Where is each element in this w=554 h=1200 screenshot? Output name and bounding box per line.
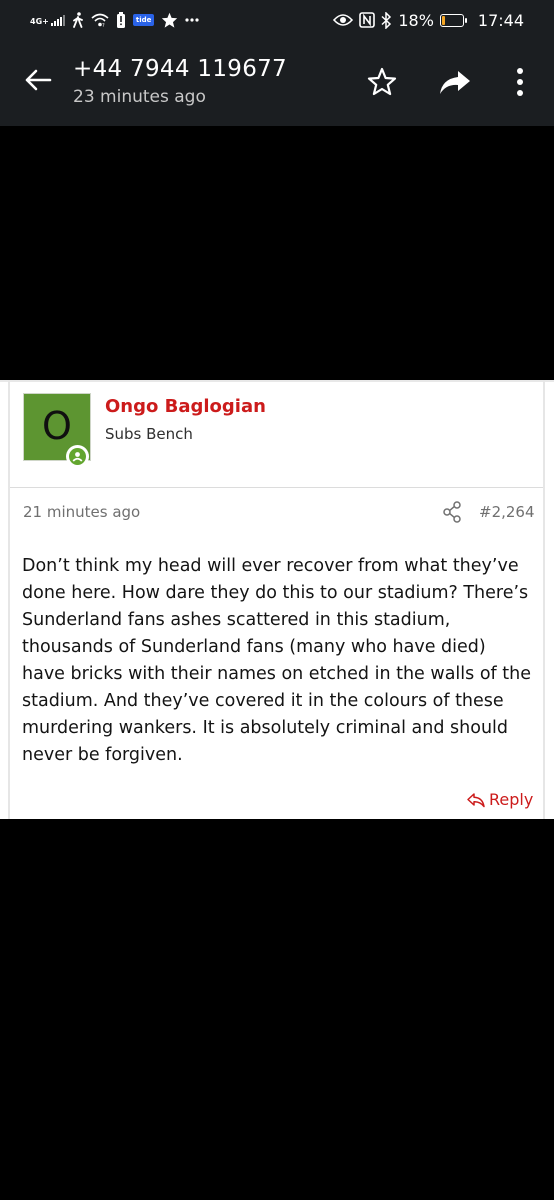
battery-percent: 18%: [398, 10, 434, 30]
status-bar: 4G+ ? tide 18% 17:44: [0, 0, 554, 40]
card-top-border: [0, 380, 554, 382]
more-vertical-icon[interactable]: [510, 67, 530, 97]
card-right-border: [543, 380, 545, 819]
star-icon[interactable]: [366, 66, 398, 98]
network-type: 4G+: [30, 17, 49, 26]
status-right: 18% 17:44: [333, 8, 524, 32]
username-link[interactable]: Ongo Baglogian: [105, 396, 266, 417]
post-number-link[interactable]: #2,264: [479, 503, 535, 521]
tide-icon: tide: [132, 14, 155, 26]
message-time: 23 minutes ago: [73, 87, 206, 107]
divider: [10, 487, 543, 488]
walking-icon: [72, 12, 83, 28]
user-title: Subs Bench: [105, 425, 193, 443]
wifi-icon: ?: [91, 13, 109, 27]
forward-icon[interactable]: [438, 66, 472, 98]
avatar-letter: O: [42, 404, 72, 448]
share-icon[interactable]: [442, 501, 462, 523]
star-icon: [162, 12, 178, 28]
reply-button[interactable]: Reply: [466, 790, 533, 809]
card-left-border: [8, 380, 10, 819]
dots-icon: [185, 18, 199, 22]
post-date[interactable]: 21 minutes ago: [23, 503, 140, 521]
battery-alert-icon: [116, 11, 125, 28]
svg-text:?: ?: [102, 23, 105, 27]
clock: 17:44: [477, 10, 524, 30]
online-status-icon: [66, 445, 89, 468]
battery-fill: [441, 15, 445, 25]
status-left: 4G+ ? tide: [30, 8, 199, 32]
battery-icon: [439, 13, 467, 27]
nfc-icon: [359, 12, 376, 28]
forum-post: O Ongo Baglogian Subs Bench 21 minutes a…: [0, 380, 554, 819]
signal-icon: 4G+: [30, 14, 65, 26]
eye-icon: [333, 14, 354, 26]
reply-icon: [467, 792, 485, 807]
app-bar: +44 7944 119677 23 minutes ago: [0, 40, 554, 126]
post-body: Don’t think my head will ever recover fr…: [22, 556, 531, 765]
bluetooth-icon: [381, 11, 392, 29]
contact-title: +44 7944 119677: [73, 56, 287, 82]
reply-label: Reply: [489, 790, 534, 809]
back-arrow-icon[interactable]: [22, 64, 54, 96]
